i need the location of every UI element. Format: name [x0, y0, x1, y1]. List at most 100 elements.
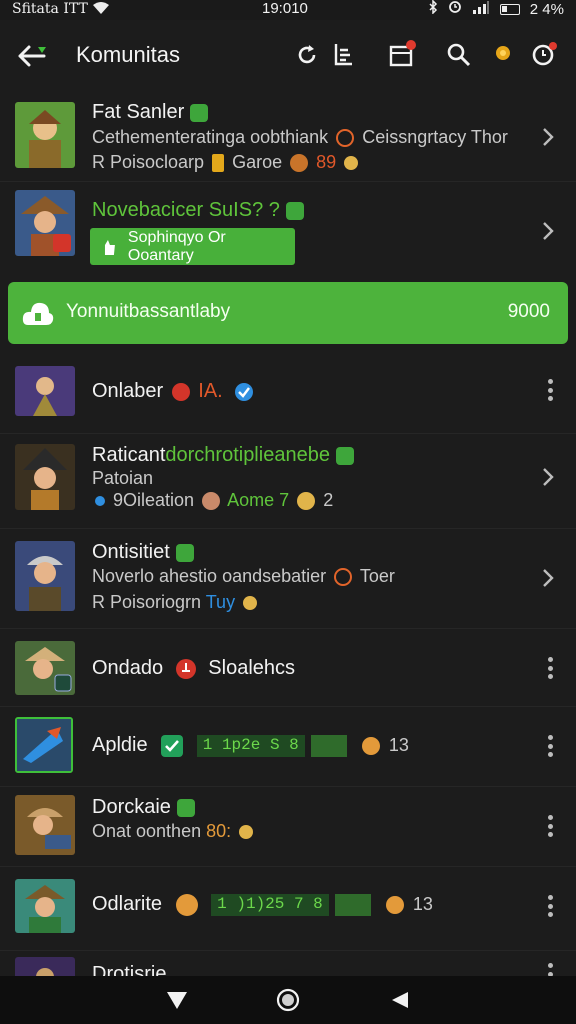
row-subtitle-tail: Toer	[359, 566, 395, 586]
score-box: 1 1p2e S 8	[196, 734, 305, 757]
row-title-text: Novebacicer SuIS? ?	[92, 199, 280, 221]
row-meta-b: Aome 7	[227, 490, 290, 510]
app-bar: Komunitas	[0, 20, 576, 92]
community-list: Fat Sanler Cethementeratinga oobthiank C…	[0, 92, 576, 976]
avatar	[15, 717, 73, 773]
chevron-right-icon[interactable]	[540, 466, 556, 488]
row-title: Dorckaie	[92, 796, 195, 819]
timer-button[interactable]	[526, 38, 560, 72]
avatar	[15, 102, 75, 168]
ring-icon	[334, 568, 353, 587]
row-title-text: Ondado	[92, 657, 164, 679]
more-options-button[interactable]	[546, 895, 554, 917]
search-button[interactable]	[442, 38, 476, 72]
more-options-button[interactable]	[546, 963, 554, 976]
banner-value: 9000	[507, 301, 550, 322]
face-icon	[175, 893, 198, 916]
list-item[interactable]: Fat Sanler Cethementeratinga oobthiank C…	[0, 92, 576, 182]
alarm-icon	[448, 0, 462, 18]
ring-icon	[336, 129, 355, 148]
system-nav-bar	[0, 976, 576, 1024]
list-item[interactable]: Onlaber IA.	[0, 356, 576, 434]
more-options-button[interactable]	[546, 657, 554, 679]
join-button[interactable]: Sophinqyo Or Ooantary	[90, 228, 295, 265]
clock: 19:010	[262, 0, 308, 17]
promo-banner[interactable]: Yonnuitbassantlaby 9000	[8, 282, 568, 344]
row-meta-c: 2	[323, 490, 334, 510]
row-meta-a: R Poisocloarp	[92, 152, 205, 172]
battery-label: 2 4%	[529, 0, 564, 18]
chevron-right-icon[interactable]	[540, 567, 556, 589]
avatar	[15, 541, 75, 611]
hand-icon	[239, 825, 254, 840]
face-icon	[386, 895, 405, 914]
chevron-right-icon[interactable]	[540, 126, 556, 148]
avatar	[15, 444, 75, 510]
row-subtitle-tail: Ceissngrtacy Thor	[362, 127, 508, 147]
list-item[interactable]: Ontisitiet Noverlo ahestio oandsebatier …	[0, 529, 576, 629]
list-item[interactable]: Novebacicer SuIS? ? Sophinqyo Or Ooantar…	[0, 182, 576, 284]
list-item[interactable]: Apldie 1 1p2e S 8 13	[0, 707, 576, 787]
avatar	[15, 957, 75, 976]
list-item[interactable]: Drotisrie	[0, 951, 576, 976]
signal-icon	[472, 0, 490, 18]
battery-icon	[499, 3, 520, 15]
bluetooth-icon	[428, 0, 438, 18]
row-tag: Sloalehcs	[208, 657, 296, 679]
list-item[interactable]: Dorckaie Onat oonthen 80:	[0, 787, 576, 867]
avatar	[15, 641, 75, 695]
alert-icon	[175, 658, 196, 679]
row-title: Ondado Sloalehcs	[92, 657, 295, 680]
home-nav-icon[interactable]	[276, 988, 300, 1012]
status-icons: 2 4%	[428, 0, 564, 18]
row-title: Onlaber IA.	[92, 380, 254, 403]
row-title: Raticantdorchrotiplieanebe	[92, 444, 354, 467]
list-item[interactable]: Odlarite 1 )1)25 7 8 13	[0, 867, 576, 951]
wifi-icon	[92, 1, 110, 19]
row-title-text: Raticant	[92, 444, 166, 466]
hand-icon	[104, 239, 115, 255]
list-button[interactable]	[326, 38, 360, 72]
row-title-highlight: dorchrotiplieanebe	[165, 444, 330, 466]
banner-text: Yonnuitbassantlaby	[66, 301, 231, 322]
chevron-right-icon[interactable]	[540, 220, 556, 242]
row-tail: 13	[412, 894, 433, 914]
row-title-text: Onlaber	[92, 380, 164, 402]
hand-icon	[243, 596, 258, 611]
more-options-button[interactable]	[546, 815, 554, 837]
list-icon	[334, 44, 352, 66]
coin-icon	[496, 46, 510, 60]
cloud-icon	[22, 302, 54, 325]
row-meta: R Poisocloarp Garoe 89	[92, 152, 361, 173]
shield-icon	[190, 103, 209, 122]
badge-icon	[290, 154, 309, 173]
inbox-button[interactable]	[384, 38, 418, 72]
row-subtitle-num: 80:	[206, 821, 232, 841]
list-item[interactable]: Ondado Sloalehcs	[0, 629, 576, 707]
row-meta-b: Garoe	[232, 152, 283, 172]
row-title: Odlarite 1 )1)25 7 8 13	[92, 893, 433, 916]
shield-icon	[285, 201, 304, 220]
more-options-button[interactable]	[546, 735, 554, 757]
row-subtitle-text: Onat oonthen	[92, 821, 202, 841]
back-nav-icon[interactable]	[166, 990, 188, 1010]
row-subtitle-text: Cethementeratinga oobthiank	[92, 127, 329, 147]
join-button-label: Sophinqyo Or Ooantary	[127, 228, 226, 264]
row-title-text: Dorckaie	[92, 796, 171, 818]
carrier-label: Sfitata ITT	[12, 1, 88, 17]
avatar-mini-icon	[202, 492, 221, 511]
back-button[interactable]	[12, 38, 52, 74]
trophy-icon	[212, 154, 225, 173]
recents-nav-icon[interactable]	[388, 989, 410, 1011]
coin-button[interactable]	[486, 36, 520, 70]
row-meta: 9Oileation Aome 7 2	[92, 490, 333, 511]
hand-icon	[344, 156, 359, 171]
list-item[interactable]: Raticantdorchrotiplieanebe Patoian 9Oile…	[0, 434, 576, 529]
back-arrow-icon	[18, 45, 46, 67]
shield-icon	[335, 446, 354, 465]
row-title: Drotisrie	[92, 963, 167, 976]
more-options-button[interactable]	[546, 379, 554, 401]
refresh-button[interactable]	[290, 38, 324, 72]
face-icon	[362, 736, 381, 755]
row-title: Apldie 1 1p2e S 8 13	[92, 734, 409, 757]
